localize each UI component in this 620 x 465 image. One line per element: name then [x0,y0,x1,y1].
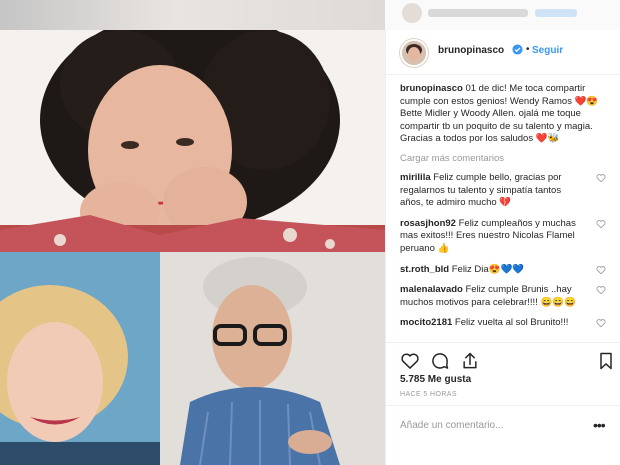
background-avatar [402,3,422,23]
portrait-man-glasses [160,252,385,465]
post-photo[interactable] [0,30,385,465]
comment-username[interactable]: mocito2181 [400,317,452,328]
portrait-woman-blonde [0,252,160,465]
verified-badge-icon [512,44,523,55]
avatar-image [402,41,426,65]
comment-text: Feliz Dia😍💙💙 [451,263,525,275]
share-icon[interactable] [460,351,480,371]
caption-username[interactable]: brunopinasco [400,83,463,94]
photo-panel-wendy [0,30,385,252]
add-comment-bar: ••• [386,405,620,445]
comment-item: malenalavado Feliz cumple Brunis ..hay m… [400,284,608,309]
comment-like-heart-icon[interactable] [596,265,606,275]
background-photo-strip [0,0,385,30]
post-caption: brunopinasco 01 de dic! Me toca comparti… [400,83,608,146]
post-modal: brunopinasco • Seguir brunopinasco 01 de… [0,30,620,465]
comment-icon[interactable] [430,351,450,371]
add-comment-input[interactable] [400,420,585,431]
comment-item: mirilila Feliz cumple bello, gracias por… [400,172,608,210]
comment-item: mocito2181 Feliz vuelta al sol Brunito!!… [400,317,608,330]
background-follow [535,9,577,17]
heart-icon[interactable] [400,351,420,371]
post-header: brunopinasco • Seguir [386,30,620,75]
background-username [428,9,528,17]
caption-text-line2: Gracias a todos por los saludos ❤️🐝 [400,133,560,145]
comment-item: rosasjhon92 Feliz cumpleaños y muchas ma… [400,218,608,256]
background-feed-header [0,0,620,30]
comment-username[interactable]: st.roth_bld [400,264,449,275]
comment-like-heart-icon[interactable] [596,219,606,229]
follow-button[interactable]: Seguir [532,45,563,56]
avatar[interactable] [400,39,428,67]
load-more-comments[interactable]: Cargar más comentarios [400,153,608,164]
photo-panel-bette [0,252,160,465]
comment-item: st.roth_bld Feliz Dia😍💙💙 [400,264,608,277]
likes-count[interactable]: 5.785 Me gusta [400,374,471,385]
comment-username[interactable]: mirilila [400,172,431,183]
comment-username[interactable]: malenalavado [400,284,463,295]
portrait-woman-curly-hair [0,30,385,252]
comments-list[interactable]: brunopinasco 01 de dic! Me toca comparti… [400,83,608,371]
comment-username[interactable]: rosasjhon92 [400,218,456,229]
more-options-icon[interactable]: ••• [593,418,606,432]
separator-dot: • [526,44,530,55]
photo-panel-woody [160,252,385,465]
comment-like-heart-icon[interactable] [596,173,606,183]
username-link[interactable]: brunopinasco [438,45,504,56]
comment-like-heart-icon[interactable] [596,318,606,328]
comment-like-heart-icon[interactable] [596,285,606,295]
bookmark-icon[interactable] [596,351,616,371]
post-side-panel: brunopinasco • Seguir brunopinasco 01 de… [385,30,620,465]
comment-text: Feliz vuelta al sol Brunito!!! [454,317,569,329]
post-timestamp[interactable]: HACE 5 HORAS [400,391,457,398]
